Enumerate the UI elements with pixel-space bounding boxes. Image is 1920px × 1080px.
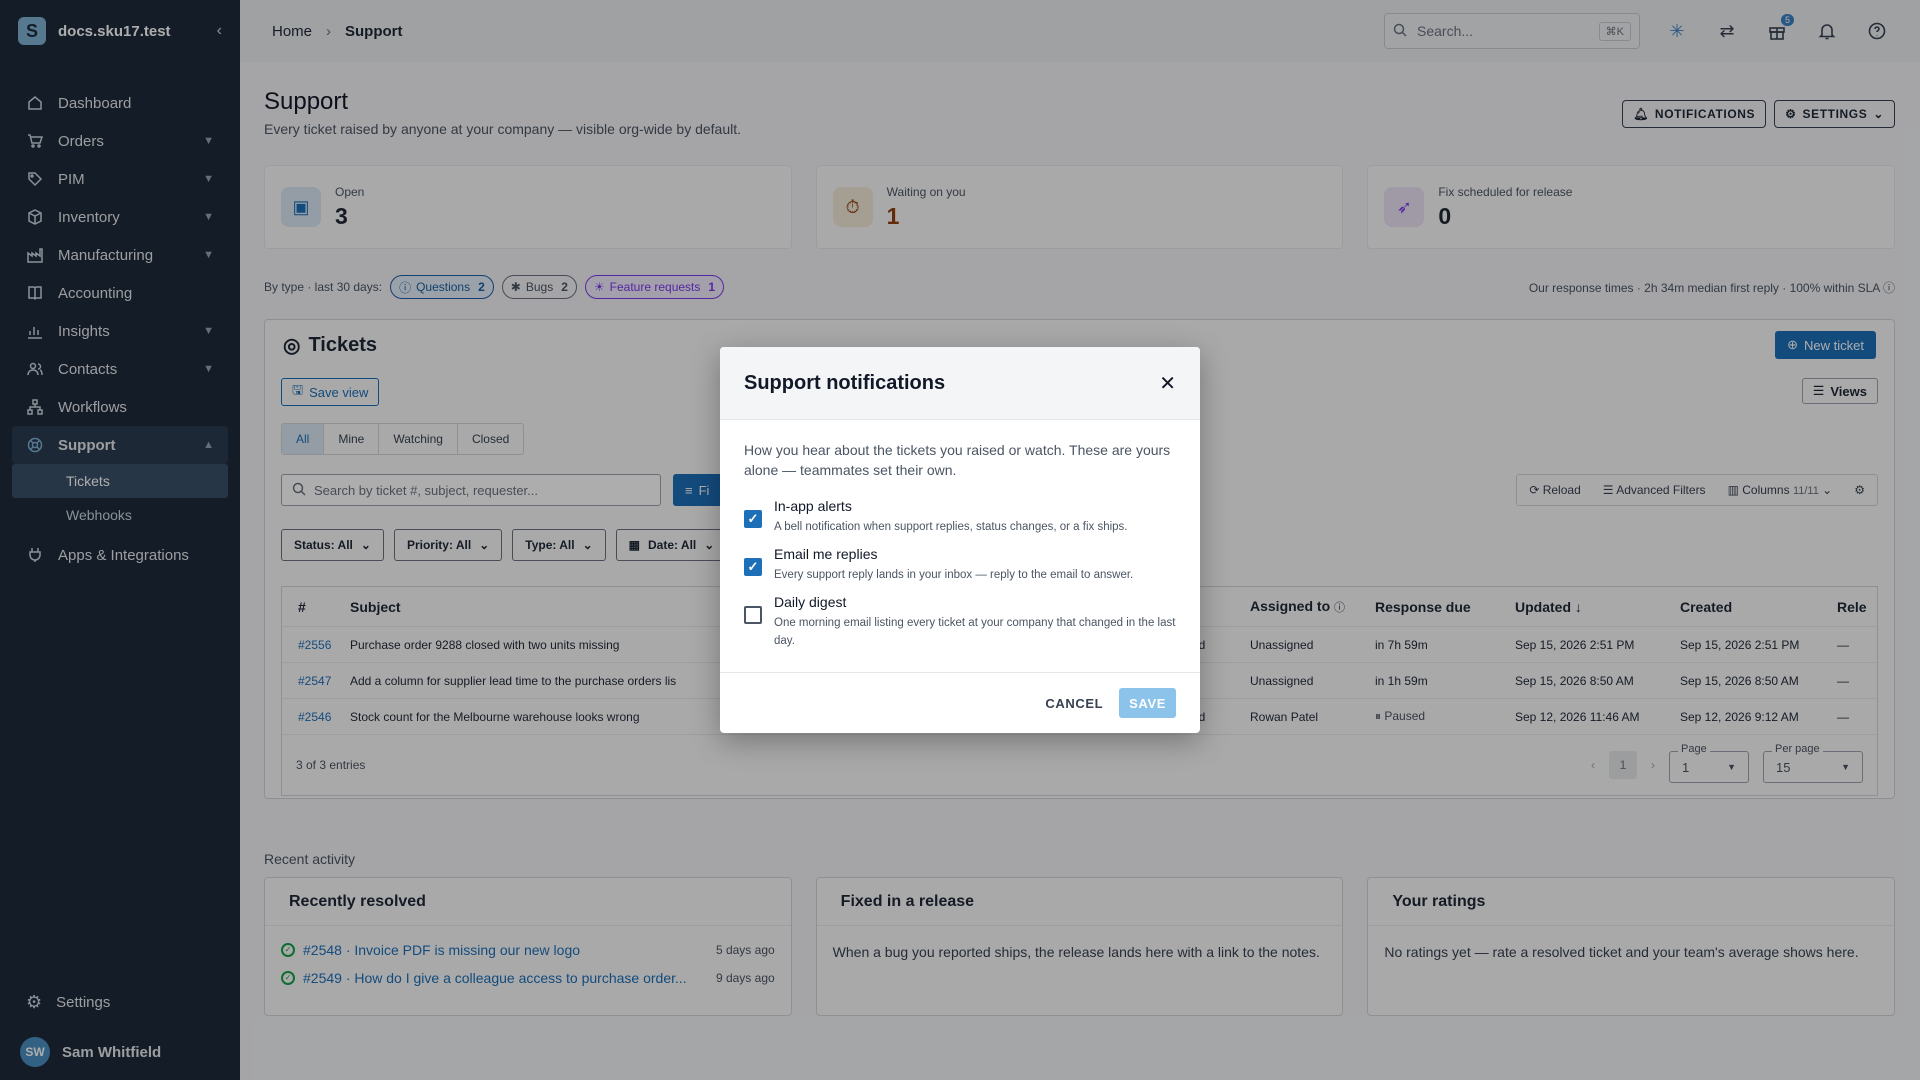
option-title: In-app alerts [774, 498, 852, 514]
daily-digest-checkbox[interactable] [744, 606, 762, 624]
support-notifications-dialog: Support notifications ✕ How you hear abo… [720, 347, 1200, 733]
email-replies-checkbox[interactable]: ✓ [744, 558, 762, 576]
dialog-title: Support notifications [744, 371, 946, 394]
option-description: A bell notification when support replies… [774, 521, 1128, 533]
dialog-footer: CANCEL SAVE [720, 672, 1200, 733]
dialog-body: How you hear about the tickets you raise… [720, 420, 1200, 650]
save-button[interactable]: SAVE [1119, 688, 1176, 718]
option-email-replies: ✓ Email me replies Every support reply l… [744, 546, 1176, 584]
dialog-header: Support notifications ✕ [720, 347, 1200, 420]
option-description: Every support reply lands in your inbox … [774, 569, 1134, 581]
modal-backdrop[interactable]: Support notifications ✕ How you hear abo… [0, 0, 1920, 1080]
option-title: Email me replies [774, 546, 878, 562]
close-icon[interactable]: ✕ [1159, 371, 1176, 396]
option-daily-digest: Daily digest One morning email listing e… [744, 594, 1176, 650]
dialog-description: How you hear about the tickets you raise… [744, 442, 1171, 478]
in-app-alerts-checkbox[interactable]: ✓ [744, 510, 762, 528]
option-description: One morning email listing every ticket a… [774, 617, 1176, 647]
option-in-app-alerts: ✓ In-app alerts A bell notification when… [744, 498, 1176, 536]
cancel-button[interactable]: CANCEL [1045, 696, 1103, 711]
option-title: Daily digest [774, 594, 847, 610]
